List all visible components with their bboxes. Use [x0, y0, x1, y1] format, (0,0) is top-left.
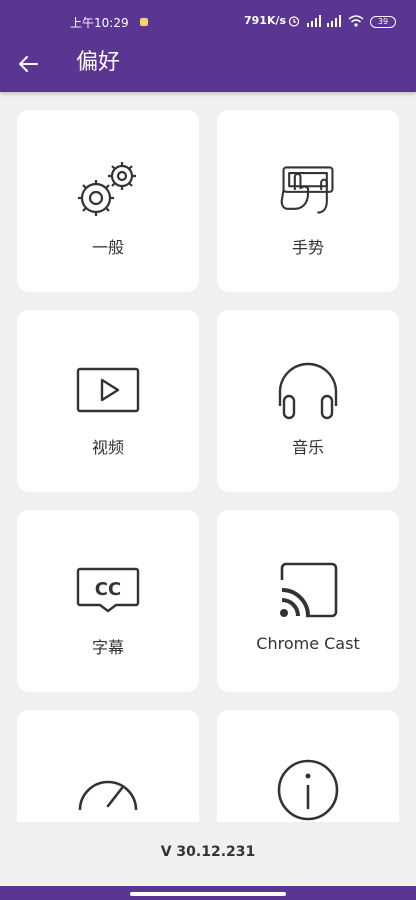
headphones-icon — [278, 362, 338, 420]
alarm-icon — [288, 16, 300, 27]
card-label: Chrome Cast — [256, 634, 360, 653]
card-speed[interactable] — [17, 710, 199, 822]
arrow-back-icon — [19, 56, 38, 72]
signal-icon — [307, 15, 321, 27]
gears-icon — [78, 162, 136, 216]
card-subtitles[interactable]: CC 字幕 — [17, 510, 199, 692]
gesture-icon — [280, 166, 334, 214]
subtitles-icon: CC — [76, 567, 140, 613]
card-chrome-cast[interactable]: Chrome Cast — [217, 510, 399, 692]
notification-icon — [140, 18, 148, 26]
app-bar: 偏好 — [0, 34, 416, 92]
navigation-bar — [0, 886, 416, 900]
svg-text:CC: CC — [95, 579, 121, 600]
card-about[interactable] — [217, 710, 399, 822]
signal-icon-2 — [327, 15, 341, 27]
battery-indicator: 39 — [370, 16, 396, 28]
page-title: 偏好 — [76, 50, 121, 75]
wifi-icon — [348, 15, 364, 27]
card-label: 音乐 — [291, 438, 324, 457]
footer: V 30.12.231 — [0, 822, 416, 886]
card-general[interactable]: 一般 — [17, 110, 199, 292]
card-gesture[interactable]: 手势 — [217, 110, 399, 292]
speedometer-icon — [78, 780, 138, 811]
status-time: 上午10:29 — [70, 16, 129, 30]
card-label: 视频 — [91, 438, 124, 457]
card-label: 字幕 — [91, 638, 124, 657]
network-speed: 791K/s — [244, 14, 287, 27]
card-label: 一般 — [91, 238, 124, 257]
card-label: 手势 — [291, 238, 324, 257]
home-indicator[interactable] — [130, 892, 286, 896]
video-play-icon — [76, 367, 140, 413]
preferences-grid: 一般 手势 视频 音乐 CC 字幕 Chrome Cast — [0, 92, 416, 822]
version-label: V 30.12.231 — [160, 844, 256, 860]
card-music[interactable]: 音乐 — [217, 310, 399, 492]
status-bar: 上午10:29 791K/s 39 — [0, 0, 416, 34]
card-video[interactable]: 视频 — [17, 310, 199, 492]
info-icon — [277, 759, 339, 821]
cast-icon — [280, 562, 338, 618]
back-button[interactable] — [12, 48, 44, 80]
